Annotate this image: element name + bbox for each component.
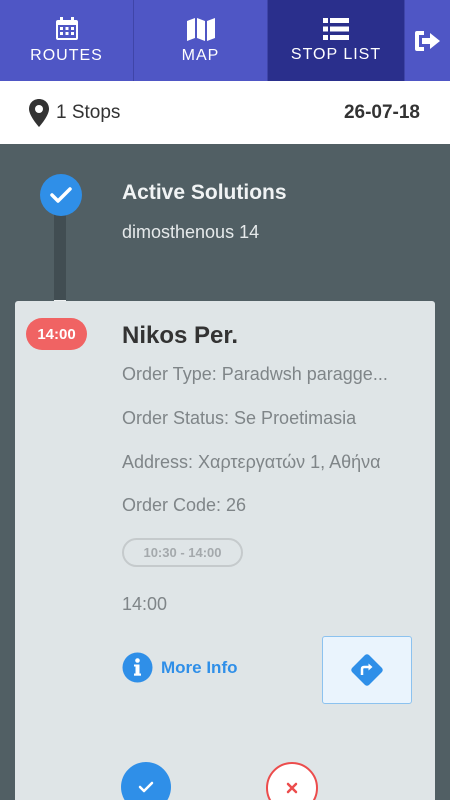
tab-map-label: MAP — [181, 47, 220, 64]
directions-button[interactable] — [322, 636, 412, 704]
stops-count-label: 1 Stops — [56, 101, 121, 123]
solution-address: dimosthenous 14 — [122, 222, 260, 242]
calendar-icon — [55, 17, 78, 40]
tab-map[interactable]: MAP — [134, 0, 268, 81]
list-icon — [323, 18, 349, 40]
info-icon — [122, 652, 153, 683]
map-pin-icon — [29, 98, 49, 127]
tab-routes[interactable]: ROUTES — [0, 0, 134, 81]
stop-time: 14:00 — [122, 594, 168, 614]
map-icon — [186, 18, 215, 41]
tab-stop-list-label: STOP LIST — [290, 46, 382, 63]
order-address: Address: Χαρτεργατών 1, Αθήνα — [122, 452, 381, 472]
time-window-badge: 10:30 - 14:00 — [122, 538, 243, 567]
stop-time-badge: 14:00 — [26, 318, 87, 350]
customer-name: Nikos Per. — [122, 322, 239, 349]
route-date: 26-07-18 — [343, 101, 420, 123]
tab-stop-list[interactable]: STOP LIST — [268, 0, 405, 81]
order-status: Order Status: Se Proetimasia — [122, 408, 357, 428]
logout-button[interactable] — [405, 0, 450, 81]
check-icon — [50, 187, 72, 203]
close-icon — [286, 782, 298, 794]
stops-info-bar: 1 Stops 26-07-18 — [0, 81, 450, 144]
directions-icon — [351, 654, 383, 686]
check-icon — [138, 781, 154, 793]
more-info-link[interactable]: More Info — [122, 652, 238, 683]
order-code: Order Code: 26 — [122, 495, 247, 515]
tab-routes-label: ROUTES — [30, 47, 103, 64]
logout-icon — [414, 30, 440, 51]
order-type: Order Type: Paradwsh paragge... — [122, 364, 388, 384]
top-navigation: ROUTES MAP STOP LIST — [0, 0, 450, 81]
stops-count: 1 Stops — [28, 98, 120, 128]
more-info-label: More Info — [161, 657, 238, 677]
solution-title: Active Solutions — [122, 181, 287, 204]
solution-status-check — [40, 174, 82, 216]
